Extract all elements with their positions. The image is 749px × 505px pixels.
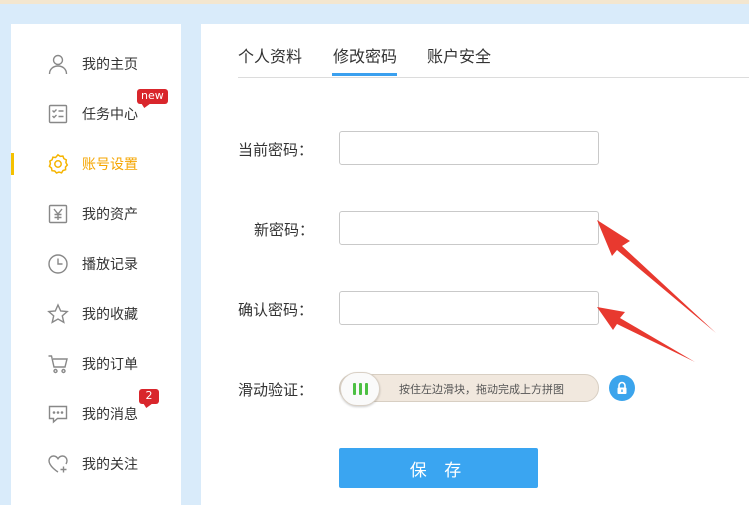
grip-bar <box>352 383 356 395</box>
new-password-label: 新密码： <box>254 221 315 239</box>
sidebar-item-label: 任务中心 <box>82 107 138 123</box>
new-badge: new <box>137 89 168 104</box>
save-button[interactable]: 保 存 <box>339 448 538 488</box>
grip-bar <box>358 383 362 395</box>
slider-captcha[interactable]: 按住左边滑块，拖动完成上方拼图 <box>339 372 599 406</box>
cart-icon <box>47 353 69 375</box>
tab-bar: 个人资料 修改密码 账户安全 <box>238 24 749 78</box>
slider-verify-label: 滑动验证： <box>238 381 314 399</box>
sidebar-item-label: 我的主页 <box>82 57 138 73</box>
sidebar-item-label: 播放记录 <box>82 257 138 273</box>
sidebar-item-label: 我的订单 <box>82 357 138 373</box>
sidebar: 我的主页 任务中心 账号设置 我的资产 播放记录 我的收藏 我的订单 我的消息 … <box>11 24 181 505</box>
confirm-password-label: 确认密码： <box>238 301 314 319</box>
top-strip <box>0 0 749 4</box>
grip-bar <box>364 383 368 395</box>
tab-change-password[interactable]: 修改密码 <box>333 43 397 67</box>
new-password-input[interactable] <box>339 211 599 245</box>
sidebar-item-account-settings[interactable]: 账号设置 <box>11 139 181 189</box>
sidebar-item-orders[interactable]: 我的订单 <box>11 339 181 389</box>
slider-handle[interactable] <box>340 372 380 406</box>
task-list-icon <box>47 103 69 125</box>
heart-plus-icon <box>47 453 69 475</box>
message-count-badge: 2 <box>139 389 159 404</box>
sidebar-item-label: 我的消息 <box>82 407 138 423</box>
sidebar-item-favorites[interactable]: 我的收藏 <box>11 289 181 339</box>
sidebar-item-label: 账号设置 <box>82 157 138 173</box>
gear-icon <box>47 153 69 175</box>
current-password-label: 当前密码： <box>238 141 314 159</box>
sidebar-item-label: 我的收藏 <box>82 307 138 323</box>
main-panel: 个人资料 修改密码 账户安全 当前密码： 新密码： 确认密码： 滑动验证： 按住… <box>201 24 749 505</box>
tab-profile[interactable]: 个人资料 <box>238 43 302 67</box>
sidebar-item-history[interactable]: 播放记录 <box>11 239 181 289</box>
sidebar-item-label: 我的关注 <box>82 457 138 473</box>
current-password-input[interactable] <box>339 131 599 165</box>
confirm-password-input[interactable] <box>339 291 599 325</box>
tab-account-security[interactable]: 账户安全 <box>427 43 491 67</box>
user-icon <box>47 53 69 75</box>
active-tab-underline <box>332 73 397 76</box>
clock-icon <box>47 253 69 275</box>
sidebar-item-assets[interactable]: 我的资产 <box>11 189 181 239</box>
message-icon <box>47 403 69 425</box>
sidebar-item-home[interactable]: 我的主页 <box>11 39 181 89</box>
slider-hint: 按住左边滑块，拖动完成上方拼图 <box>399 383 564 396</box>
star-icon <box>47 303 69 325</box>
sidebar-item-label: 我的资产 <box>82 207 138 223</box>
lock-icon <box>609 375 635 401</box>
yuan-icon <box>47 203 69 225</box>
sidebar-item-following[interactable]: 我的关注 <box>11 439 181 489</box>
